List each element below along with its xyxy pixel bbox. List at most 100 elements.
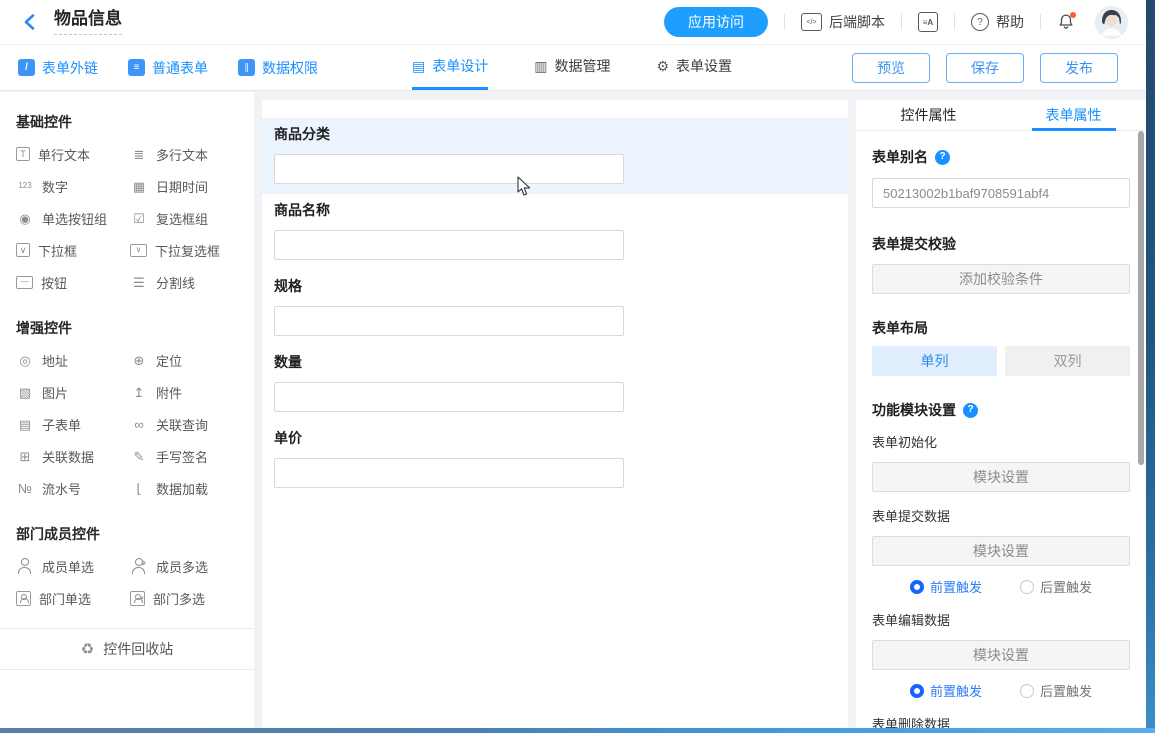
sidebar-item-address-pin[interactable]: ◎地址 (16, 344, 130, 376)
trigger-radio[interactable]: 前置触发 (910, 681, 982, 700)
backend-script-button[interactable]: 后端脚本 (801, 12, 885, 32)
sidebar-item-radio-group[interactable]: ◉ 单选按钮组 (16, 202, 130, 234)
module-group-label: 表单提交数据 (872, 509, 1130, 524)
sidebar-item-checkbox-group[interactable]: ☑复选框组 (130, 202, 240, 234)
form-field[interactable]: 商品分类 (262, 118, 848, 194)
layout-double-column-button[interactable]: 双列 (1005, 346, 1130, 376)
preview-button[interactable]: 预览 (852, 53, 930, 83)
select-icon: ∨ (16, 243, 30, 257)
sidebar-item-relation-data[interactable]: ⊞关联数据 (16, 440, 130, 472)
sidebar-item-multi-line-text[interactable]: ≣多行文本 (130, 138, 240, 170)
data-manage-icon (534, 59, 547, 73)
sidebar-item-multi-select[interactable]: ∨下拉复选框 (130, 234, 240, 266)
form-field-input[interactable] (274, 230, 624, 260)
help-circle-icon[interactable] (963, 403, 978, 418)
module-settings-button[interactable]: 模块设置 (872, 462, 1130, 492)
user-avatar[interactable] (1095, 6, 1128, 39)
attachment-icon: ↥ (130, 384, 148, 400)
sidebar-item-label: 流水号 (42, 479, 81, 498)
add-validation-condition-button[interactable]: 添加校验条件 (872, 264, 1130, 294)
tab-data-manage[interactable]: 数据管理 (534, 45, 610, 90)
normal-form-button[interactable]: 普通表单 (128, 58, 208, 78)
form-field[interactable]: 规格 (262, 270, 848, 346)
sidebar-item-subform[interactable]: ▤子表单 (16, 408, 130, 440)
member-single-icon (16, 558, 34, 574)
form-field-label: 商品名称 (274, 202, 836, 218)
controls-sidebar: 基础控件T单行文本≣多行文本123数字▦日期时间 ◉ 单选按钮组 ☑复选框组∨下拉框∨… (0, 92, 254, 728)
tab-form-properties[interactable]: 表单属性 (1001, 100, 1146, 130)
form-external-link-button[interactable]: 表单外链 (18, 58, 98, 78)
trigger-radio[interactable]: 前置触发 (910, 577, 982, 596)
notification-bell-button[interactable] (1057, 12, 1077, 32)
form-field-input[interactable] (274, 458, 624, 488)
data-permission-button[interactable]: 数据权限 (238, 58, 318, 78)
module-settings-button[interactable]: 模块设置 (872, 536, 1130, 566)
sidebar-item-dept-multi[interactable]: 部门多选 (130, 582, 240, 614)
layout-single-column-button[interactable]: 单列 (872, 346, 997, 376)
number-icon: 123 (16, 178, 34, 194)
form-field-input[interactable] (274, 382, 624, 412)
sidebar-item-button[interactable]: —按钮 (16, 266, 130, 298)
form-field-input[interactable] (274, 306, 624, 336)
multi-line-text-icon: ≣ (130, 146, 148, 162)
form-field-input[interactable] (274, 154, 624, 184)
form-field[interactable]: 商品名称 (262, 194, 848, 270)
sidebar-item-serial-number[interactable]: №流水号 (16, 472, 130, 504)
form-field[interactable]: 数量 (262, 346, 848, 422)
trigger-radio[interactable]: 后置触发 (1020, 681, 1092, 700)
member-multi-icon (130, 558, 148, 574)
radio-dot-icon (1020, 684, 1034, 698)
publish-button[interactable]: 发布 (1040, 53, 1118, 83)
sidebar-item-label: 日期时间 (156, 177, 208, 196)
sidebar-item-select[interactable]: ∨下拉框 (16, 234, 130, 266)
back-button[interactable] (18, 11, 40, 33)
question-circle-icon (971, 13, 989, 31)
radio-group-icon: ◉ (16, 210, 34, 226)
sidebar-item-member-multi[interactable]: 成员多选 (130, 550, 240, 582)
dept-multi-icon (130, 591, 145, 606)
sidebar-item-signature[interactable]: ✎手写签名 (130, 440, 240, 472)
save-button[interactable]: 保存 (946, 53, 1024, 83)
sidebar-item-divider-line[interactable]: ☰分割线 (130, 266, 240, 298)
sidebar-item-number[interactable]: 123数字 (16, 170, 130, 202)
tab-control-properties[interactable]: 控件属性 (856, 100, 1001, 130)
sidebar-section-title: 基础控件 (0, 92, 254, 138)
module-group-label: 表单删除数据 (872, 717, 1130, 728)
sidebar-item-datetime[interactable]: ▦日期时间 (130, 170, 240, 202)
app-access-button[interactable]: 应用访问 (664, 7, 768, 37)
form-alias-input[interactable] (872, 178, 1130, 208)
sidebar-item-single-line-text[interactable]: T单行文本 (16, 138, 130, 170)
sidebar-item-label: 成员单选 (42, 557, 94, 576)
bar-chart-icon (238, 59, 255, 76)
trigger-radio-group: 前置触发 后置触发 (872, 577, 1130, 596)
module-settings-button[interactable]: 模块设置 (872, 640, 1130, 670)
form-canvas-fields: 商品分类商品名称规格数量单价 (262, 118, 848, 498)
divider (901, 14, 902, 30)
tab-form-settings[interactable]: 表单设置 (656, 45, 732, 90)
help-button[interactable]: 帮助 (971, 12, 1024, 32)
sidebar-item-label: 复选框组 (156, 209, 208, 228)
sidebar-item-relation-query[interactable]: ∞关联查询 (130, 408, 240, 440)
translate-icon[interactable] (918, 12, 938, 32)
help-circle-icon[interactable] (935, 150, 950, 165)
form-field[interactable]: 单价 (262, 422, 848, 498)
data-permission-label: 数据权限 (262, 58, 318, 78)
control-recycle-bin-button[interactable]: ♻ 控件回收站 (0, 628, 254, 670)
sidebar-item-member-single[interactable]: 成员单选 (16, 550, 130, 582)
panel-scrollbar-thumb[interactable] (1138, 131, 1144, 465)
sidebar-item-attachment[interactable]: ↥附件 (130, 376, 240, 408)
form-field-label: 规格 (274, 278, 836, 294)
signature-icon: ✎ (130, 448, 148, 464)
page-title: 物品信息 (54, 9, 122, 34)
sidebar-section-grid: 成员单选 成员多选部门单选部门多选 (0, 550, 254, 614)
trigger-radio[interactable]: 后置触发 (1020, 577, 1092, 596)
sidebar-item-locate[interactable]: ⊕定位 (130, 344, 240, 376)
sidebar-item-label: 单选按钮组 (42, 209, 107, 228)
help-label: 帮助 (996, 12, 1024, 32)
sidebar-item-dept-single[interactable]: 部门单选 (16, 582, 130, 614)
sidebar-item-label: 图片 (42, 383, 68, 402)
tab-form-design[interactable]: 表单设计 (412, 45, 488, 90)
sidebar-item-image[interactable]: ▧图片 (16, 376, 130, 408)
sidebar-item-label: 关联查询 (156, 415, 208, 434)
sidebar-item-data-load[interactable]: ⌊数据加载 (130, 472, 240, 504)
